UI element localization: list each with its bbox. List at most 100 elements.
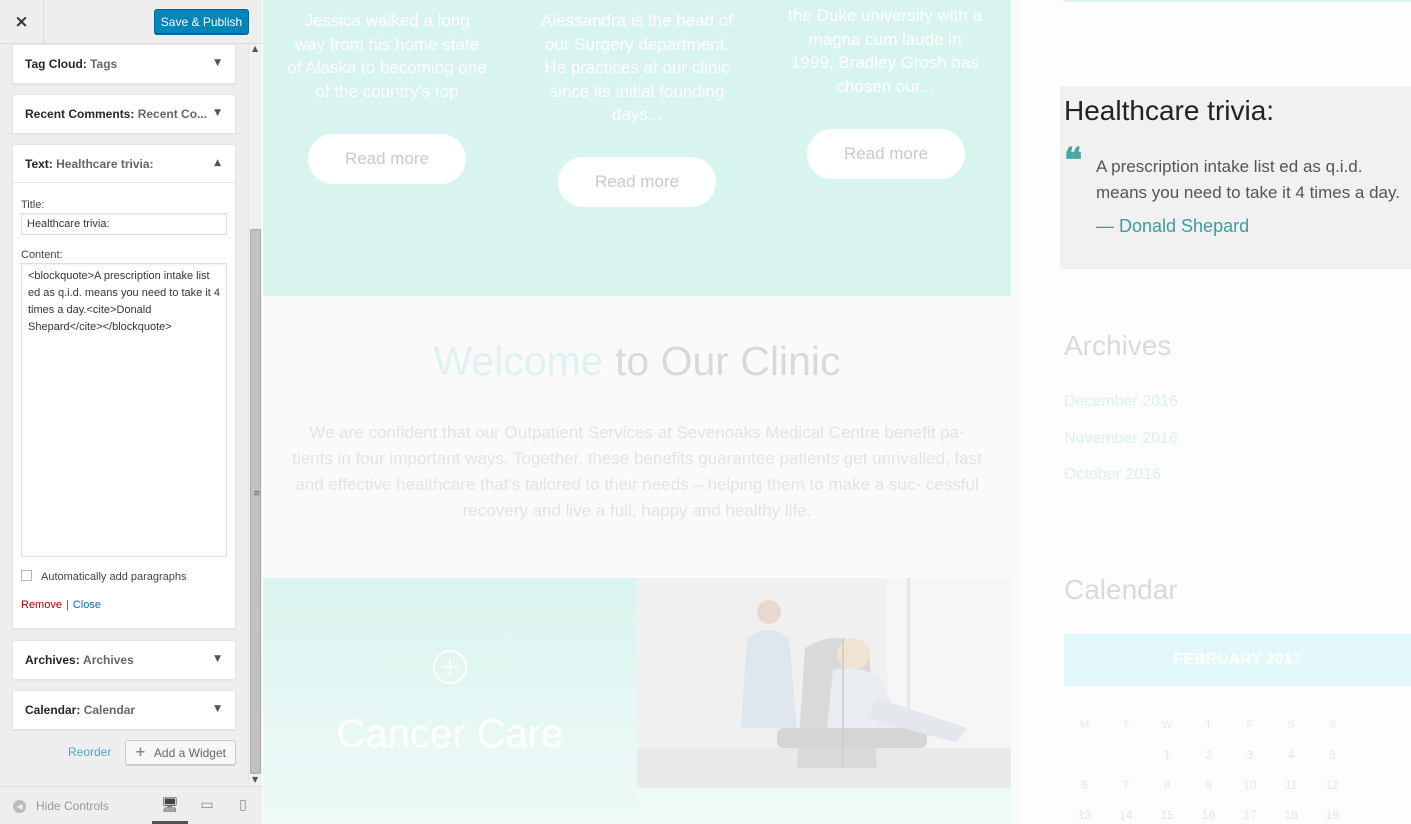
content-textarea[interactable]: <blockquote>A prescription intake list e…: [21, 263, 227, 557]
calendar-day: 12: [1325, 778, 1340, 792]
read-more-button[interactable]: Read more: [807, 129, 965, 179]
weekday: M: [1080, 719, 1090, 731]
trivia-cite: — Donald Shepard: [1096, 216, 1250, 236]
calendar-day: 11: [1284, 778, 1298, 792]
welcome-text: We are confident that our Outpatient Ser…: [292, 423, 982, 520]
clinic-photo: [637, 578, 1011, 788]
widget-header[interactable]: Archives: Archives ▼: [13, 641, 235, 679]
widget-type: Text:: [25, 156, 53, 171]
save-publish-button[interactable]: Save & Publish: [154, 9, 249, 34]
expand-arrow-icon[interactable]: ▼: [214, 58, 221, 68]
widget-title: Archives: [83, 653, 134, 667]
hide-controls-label: Hide Controls: [36, 799, 109, 813]
archive-link[interactable]: November 2016: [1064, 430, 1178, 448]
widget-header[interactable]: Recent Comments: Recent Co... ▼: [13, 95, 235, 133]
service-tile[interactable]: Cancer Care: [263, 578, 637, 824]
plus-icon: +: [135, 745, 146, 760]
calendar-grid: M T W T F S S 1 2 3 4 5 6 7 8 9 10 11 12…: [1064, 710, 1411, 824]
add-widget-button[interactable]: + Add a Widget: [125, 740, 236, 765]
panel-scrollbar[interactable]: ▲ ≡ ▼: [248, 44, 262, 786]
grip-icon: ≡: [253, 489, 261, 499]
archive-link[interactable]: December 2016: [1064, 393, 1178, 411]
calendar-week: 13 14 15 16 17 18 19: [1064, 800, 1411, 824]
weekday: S: [1287, 719, 1295, 731]
close-customizer-button[interactable]: ×: [0, 0, 44, 44]
widget-type: Tag Cloud:: [25, 57, 87, 71]
close-icon: ×: [14, 12, 29, 32]
calendar-day: 19: [1325, 808, 1340, 822]
calendar-month: FEBRUARY 2017: [1064, 634, 1411, 686]
widget-type: Recent Comments:: [25, 107, 135, 121]
calendar-day: 8: [1163, 778, 1171, 792]
weekday: T: [1205, 719, 1212, 731]
calendar-day: 7: [1122, 778, 1130, 792]
widget-header[interactable]: Tag Cloud: Tags ▼: [13, 45, 235, 83]
add-widget-label: Add a Widget: [153, 745, 226, 760]
trivia-quote: A prescription intake list ed as q.i.d. …: [1096, 157, 1400, 202]
expand-arrow-icon[interactable]: ▼: [214, 704, 221, 714]
remove-link[interactable]: Remove: [21, 599, 62, 611]
calendar-day: 1: [1163, 748, 1171, 762]
widget-control-actions: Remove | Close: [21, 599, 227, 623]
calendar-day: 13: [1077, 808, 1092, 822]
close-link[interactable]: Close: [73, 599, 101, 611]
widget-tag-cloud[interactable]: Tag Cloud: Tags ▼: [12, 44, 236, 84]
widget-header[interactable]: Calendar: Calendar ▼: [13, 691, 235, 729]
hide-controls-button[interactable]: ◀ Hide Controls: [13, 799, 109, 813]
calendar-day: 6: [1081, 778, 1088, 792]
scroll-thumb[interactable]: ≡: [250, 229, 261, 774]
welcome-title-accent: Welcome: [433, 338, 604, 384]
welcome-title: Welcome to Our Clinic: [263, 338, 1011, 385]
calendar-week: 6 7 8 9 10 11 12: [1064, 770, 1411, 800]
calendar-title: Calendar: [1064, 574, 1178, 605]
desktop-preview-icon[interactable]: 🖥: [161, 797, 179, 813]
calendar-day: 3: [1246, 748, 1254, 762]
archives-title: Archives: [1064, 330, 1172, 361]
calendar-weekdays: M T W T F S S: [1064, 710, 1411, 740]
widget-recent-comments[interactable]: Recent Comments: Recent Co... ▼: [12, 94, 236, 134]
read-more-button[interactable]: Read more: [558, 157, 716, 207]
widget-calendar[interactable]: Calendar: Calendar ▼: [12, 690, 236, 730]
mobile-preview-icon[interactable]: ▯: [235, 797, 251, 813]
widget-type: Archives:: [25, 653, 80, 667]
expand-arrow-icon[interactable]: ▼: [214, 108, 221, 118]
clinic-photo-illustration: [637, 578, 1011, 788]
collapse-arrow-icon[interactable]: ▲: [214, 158, 221, 168]
calendar-day: 16: [1201, 808, 1216, 822]
team-member-text: Jessica walked a long way from his home …: [287, 11, 487, 101]
scroll-down-icon[interactable]: ▼: [252, 775, 258, 784]
weekday: T: [1122, 719, 1130, 731]
site-sidebar: Healthcare trivia: ❝ A prescription inta…: [1021, 0, 1411, 824]
expand-arrow-icon[interactable]: ▼: [214, 654, 221, 664]
title-label: Title:: [21, 199, 45, 211]
service-title: Cancer Care: [336, 712, 564, 756]
widgets-panel: Tag Cloud: Tags ▼ Recent Comments: Recen…: [0, 44, 262, 786]
calendar-day: 14: [1119, 808, 1133, 822]
divider: [1063, 0, 1411, 2]
autop-checkbox[interactable]: [21, 570, 32, 581]
plus-circle-icon: [433, 650, 467, 684]
reorder-link[interactable]: Reorder: [68, 745, 111, 759]
archive-link[interactable]: October 2016: [1064, 466, 1161, 484]
title-input[interactable]: [21, 213, 227, 235]
quote-icon: ❝: [1064, 141, 1083, 181]
team-member-text: the Duke university with a magna cum lau…: [788, 6, 982, 96]
read-more-button[interactable]: Read more: [308, 134, 466, 184]
content-label: Content:: [21, 249, 63, 261]
autop-label: Automatically add paragraphs: [41, 571, 187, 583]
widget-form: Title: Content: <blockquote>A prescripti…: [13, 199, 235, 623]
calendar-day: 9: [1205, 778, 1212, 792]
calendar-week: 1 2 3 4 5: [1064, 740, 1411, 770]
calendar-day: 15: [1160, 808, 1174, 822]
weekday: W: [1162, 719, 1173, 731]
widget-archives[interactable]: Archives: Archives ▼: [12, 640, 236, 680]
weekday: S: [1328, 719, 1337, 731]
tablet-preview-icon[interactable]: ▭: [199, 797, 215, 813]
welcome-section: Welcome to Our Clinic We are confident t…: [263, 296, 1011, 578]
customizer-footer: ◀ Hide Controls 🖥 ▭ ▯: [0, 786, 262, 824]
calendar-day: 18: [1284, 808, 1298, 822]
scroll-up-icon[interactable]: ▲: [252, 44, 258, 53]
welcome-title-rest: to Our Clinic: [603, 338, 841, 384]
widget-header[interactable]: Text: Healthcare trivia: ▲: [13, 145, 235, 183]
trivia-title: Healthcare trivia:: [1064, 95, 1275, 126]
